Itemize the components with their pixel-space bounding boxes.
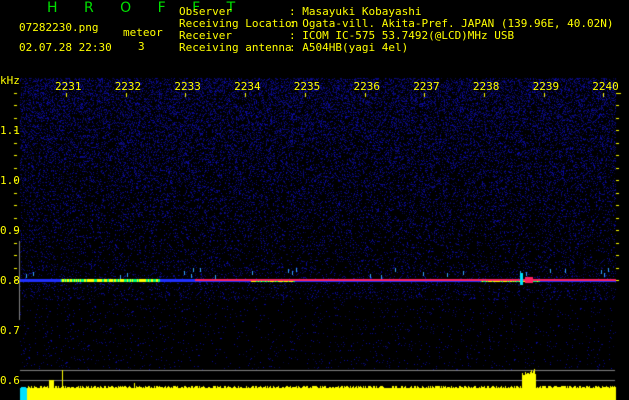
y-tick-label: 1.1	[0, 124, 20, 137]
y-tick-label: 1.0	[0, 174, 20, 187]
y-tick-label: 0.6	[0, 374, 20, 387]
meteor-count: 3	[138, 40, 145, 53]
y-tick-label: 0.7	[0, 324, 20, 337]
time-tick-label: 2240	[592, 80, 619, 93]
time-tick-label: 2238	[472, 80, 500, 93]
info-label: Receiving antenna	[179, 41, 292, 54]
y-unit-label: kHz	[0, 74, 20, 87]
datetime: 02.07.28 22:30	[19, 41, 112, 54]
time-tick-label: 2232	[114, 80, 142, 93]
meteor-label: meteor	[123, 26, 163, 39]
time-tick-label: 2231	[55, 80, 82, 93]
file-name: 07282230.png	[19, 21, 99, 34]
time-tick-label: 2237	[413, 80, 440, 93]
time-tick-label: 2234	[234, 80, 261, 93]
y-tick-label: 0.8	[0, 274, 20, 287]
time-tick-label: 2233	[174, 80, 201, 93]
y-tick-label: 0.9	[0, 224, 20, 237]
time-tick-label: 2235	[293, 80, 321, 93]
info-value: : A504HB(yagi 4el)	[289, 41, 409, 54]
time-tick-label: 2239	[532, 80, 560, 93]
spectrogram	[0, 0, 629, 400]
time-tick-label: 2236	[353, 80, 381, 93]
